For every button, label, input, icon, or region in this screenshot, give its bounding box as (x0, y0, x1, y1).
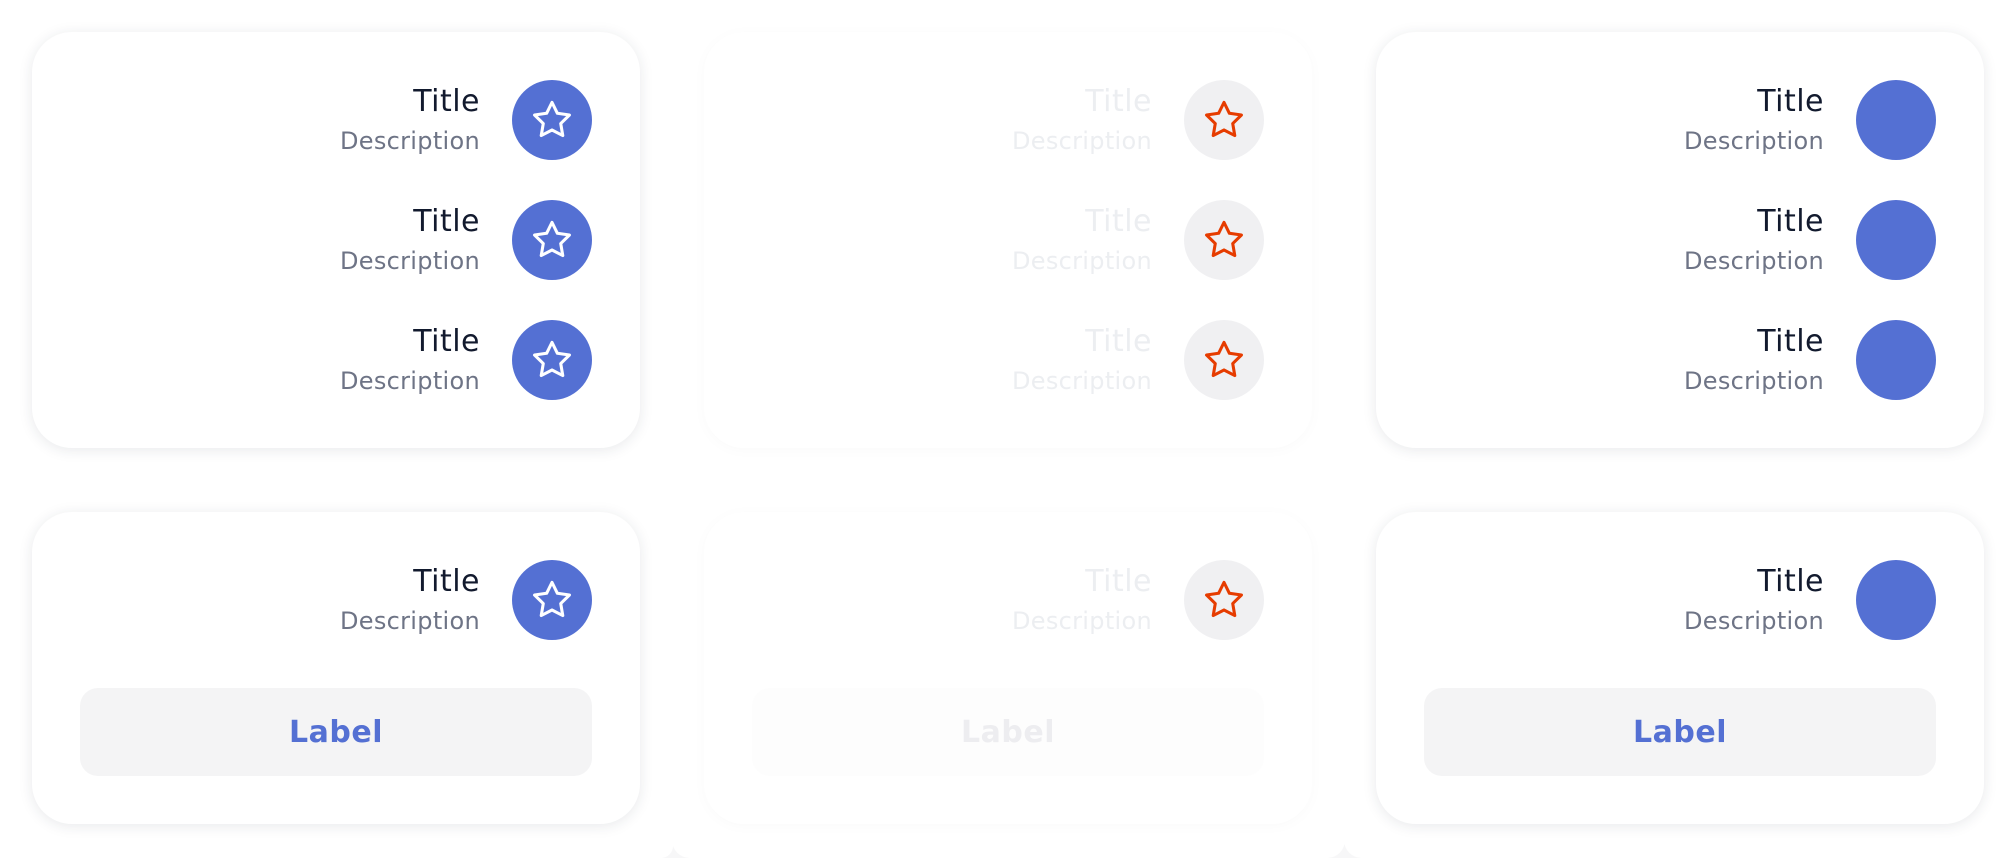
item-title: Title (413, 204, 480, 239)
item-title: Title (1085, 564, 1152, 599)
item-description: Description (1684, 367, 1824, 395)
list-item[interactable]: Title Description (1684, 200, 1936, 280)
avatar (1856, 320, 1936, 400)
avatar (1856, 560, 1936, 640)
star-icon (512, 320, 592, 400)
item-description: Description (1684, 607, 1824, 635)
star-icon (1184, 560, 1264, 640)
item-title: Title (413, 324, 480, 359)
action-card-bottom-right: Title Description Label (1376, 512, 1984, 824)
action-card-bottom-middle: Title Description Label (704, 512, 1312, 824)
list-card-top-right: Title Description Title Description Titl… (1376, 32, 1984, 448)
item-title: Title (413, 84, 480, 119)
list-item: Title Description (1012, 80, 1264, 160)
label-button[interactable]: Label (1424, 688, 1936, 776)
avatar (1856, 80, 1936, 160)
item-description: Description (340, 367, 480, 395)
item-description: Description (1012, 367, 1152, 395)
star-icon (1184, 80, 1264, 160)
item-description: Description (340, 247, 480, 275)
star-icon (512, 80, 592, 160)
list-item[interactable]: Title Description (340, 560, 592, 640)
item-title: Title (1757, 564, 1824, 599)
item-description: Description (1684, 247, 1824, 275)
star-icon (512, 560, 592, 640)
list-card-top-left: Title Description Title Description Titl… (32, 32, 640, 448)
list-item: Title Description (1012, 560, 1264, 640)
item-title: Title (413, 564, 480, 599)
list-item[interactable]: Title Description (1684, 320, 1936, 400)
item-title: Title (1757, 324, 1824, 359)
list-item[interactable]: Title Description (1684, 80, 1936, 160)
item-title: Title (1085, 204, 1152, 239)
item-title: Title (1085, 324, 1152, 359)
list-item: Title Description (1012, 200, 1264, 280)
item-description: Description (1684, 127, 1824, 155)
label-button: Label (752, 688, 1264, 776)
item-description: Description (1012, 127, 1152, 155)
avatar (1856, 200, 1936, 280)
label-button[interactable]: Label (80, 688, 592, 776)
item-description: Description (1012, 247, 1152, 275)
star-icon (1184, 320, 1264, 400)
action-card-bottom-left: Title Description Label (32, 512, 640, 824)
list-item[interactable]: Title Description (1684, 560, 1936, 640)
list-card-top-middle: Title Description Title Description Titl… (704, 32, 1312, 448)
star-icon (512, 200, 592, 280)
item-title: Title (1085, 84, 1152, 119)
star-icon (1184, 200, 1264, 280)
list-item: Title Description (1012, 320, 1264, 400)
list-item[interactable]: Title Description (340, 80, 592, 160)
item-description: Description (340, 607, 480, 635)
item-title: Title (1757, 204, 1824, 239)
list-item[interactable]: Title Description (340, 200, 592, 280)
item-description: Description (340, 127, 480, 155)
item-title: Title (1757, 84, 1824, 119)
item-description: Description (1012, 607, 1152, 635)
list-item[interactable]: Title Description (340, 320, 592, 400)
